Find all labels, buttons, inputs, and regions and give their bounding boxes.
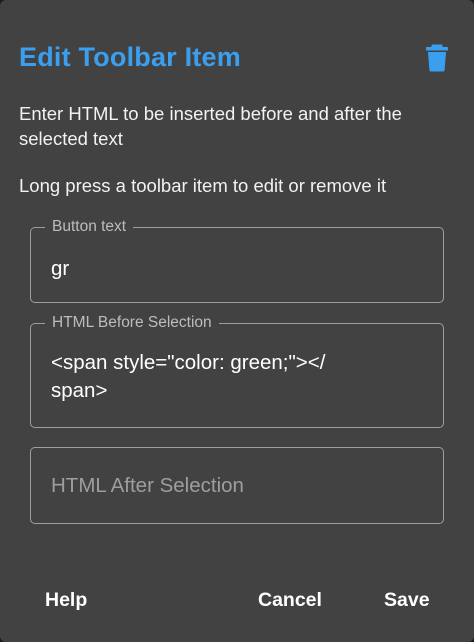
button-text-field[interactable]: Button text gr [30, 218, 444, 303]
trash-icon[interactable] [425, 44, 449, 72]
button-text-label: Button text [45, 218, 134, 236]
dialog-title: Edit Toolbar Item [19, 42, 241, 72]
html-after-selection-field[interactable]: HTML After Selection [30, 447, 444, 524]
html-before-selection-field[interactable]: HTML Before Selection <span style="color… [30, 314, 444, 428]
save-button[interactable]: Save [384, 588, 430, 612]
dialog-description: Enter HTML to be inserted before and aft… [19, 103, 402, 149]
button-text-value[interactable]: gr [51, 255, 427, 283]
dialog-hint: Long press a toolbar item to edit or rem… [19, 175, 387, 196]
html-before-selection-label: HTML Before Selection [45, 314, 219, 332]
help-button[interactable]: Help [45, 588, 87, 612]
edit-toolbar-item-dialog: Edit Toolbar Item Enter HTML to be inser… [0, 0, 474, 642]
cancel-button[interactable]: Cancel [258, 588, 322, 612]
html-after-selection-placeholder: HTML After Selection [51, 474, 244, 497]
html-before-selection-value[interactable]: <span style="color: green;"></ span> [51, 349, 427, 405]
